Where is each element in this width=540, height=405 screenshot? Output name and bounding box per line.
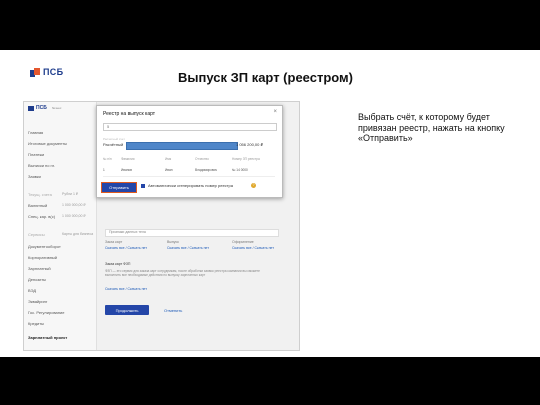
download-link[interactable]: Скачать все / Скачать нет [167, 246, 209, 250]
psb-logo-icon [30, 67, 40, 77]
sidebar-item[interactable]: ВЭД [28, 288, 36, 293]
sidebar-item[interactable]: Главная [28, 130, 43, 135]
app-logo: ПСБ бизнес [28, 105, 61, 111]
sidebar-item[interactable]: Документооборот [28, 244, 61, 249]
cancel-button[interactable]: Отменить [164, 308, 182, 313]
sidebar-item[interactable]: Гос. Регулирование [28, 310, 64, 315]
slide-title: Выпуск ЗП карт (реестром) [178, 70, 353, 85]
instruction-text: Выбрать счёт, к которому будет привязан … [358, 112, 505, 143]
app-screenshot: ПСБ бизнес Главная Итоговые документы Пл… [23, 101, 300, 351]
table-header: Фамилия [121, 157, 135, 161]
sidebar-item[interactable]: Сервисы [28, 232, 45, 237]
filter-select[interactable]: Признаки данных тела [105, 229, 279, 237]
continue-button[interactable]: Продолжить [105, 305, 149, 315]
section-label: Заказ карт ФЗП [105, 262, 131, 266]
sidebar-value: 1 000 000,00 ₽ [62, 214, 86, 218]
auto-number-label: Автоматически сгенерировать номер реестр… [148, 183, 233, 188]
sidebar-item[interactable]: Зарплатный [28, 266, 51, 271]
close-icon[interactable]: × [273, 109, 277, 115]
registry-number-input[interactable]: 5 [103, 123, 277, 131]
send-button[interactable]: Отправить [101, 182, 137, 193]
brand-logo: ПСБ [30, 67, 63, 77]
table-header: Имя [165, 157, 172, 161]
table-cell: 1 [103, 168, 105, 172]
psb-logo-icon [28, 105, 34, 111]
sidebar-item[interactable]: Спец. кар. в(с) [28, 214, 55, 219]
col-label: Заказ карт [105, 240, 123, 244]
table-header: № п/п [103, 157, 112, 161]
top-letterbox [0, 0, 540, 50]
account-label: Расчетный счет [103, 137, 125, 141]
account-select[interactable] [126, 142, 238, 150]
dialog-title: Реестр на выпуск карт [103, 111, 156, 117]
sidebar-item[interactable]: Текущ. счета [28, 192, 52, 197]
app-logo-text: ПСБ [36, 105, 47, 111]
sidebar-item[interactable]: Корпоративный [28, 255, 57, 260]
sidebar-item[interactable]: Выписки по гл. [28, 163, 55, 168]
app-logo-sub: бизнес [51, 106, 62, 110]
filter-select-value: Признаки данных тела [109, 230, 146, 234]
sidebar-item[interactable]: Заявки [28, 174, 41, 179]
account-value: Расчётный [103, 142, 124, 147]
sidebar-item[interactable]: Кредиты [28, 321, 44, 326]
table-cell: Иванов [121, 168, 132, 172]
table-header: Отчество [195, 157, 209, 161]
registry-number-value: 5 [107, 124, 110, 129]
table-header: Номер ЗП реестра [232, 157, 260, 161]
registry-dialog: Реестр на выпуск карт × 5 Расчетный счет… [96, 105, 283, 198]
col-label: Оформление [232, 240, 254, 244]
account-amount: 1 056 200,00 ₽ [236, 142, 264, 147]
logo-text: ПСБ [43, 67, 64, 77]
table-cell: № 14 0000 [232, 168, 248, 172]
sidebar: ПСБ бизнес Главная Итоговые документы Пл… [24, 102, 97, 350]
download-link[interactable]: Скачать все / Скачать нет [232, 246, 274, 250]
sidebar-item[interactable]: Валютный [28, 203, 47, 208]
bottom-letterbox [0, 357, 540, 405]
help-icon[interactable]: ? [251, 183, 256, 188]
sidebar-value: 1 000 000,00 ₽ [62, 203, 86, 207]
divider [103, 176, 275, 177]
download-link[interactable]: Скачать все / Скачать нет [105, 287, 147, 291]
section-text: ФЗП — это сервис для заказа карт сотрудн… [105, 269, 260, 277]
slide: ПСБ Выпуск ЗП карт (реестром) Выбрать сч… [0, 50, 540, 357]
table-cell: Иван [165, 168, 173, 172]
sidebar-item[interactable]: Итоговые документы [28, 141, 67, 146]
sidebar-item[interactable]: Депозиты [28, 277, 46, 282]
sidebar-item-active[interactable]: Зарплатный проект [28, 335, 67, 340]
sidebar-value: Карты для бизнеса [62, 232, 94, 236]
sidebar-value: Рубли 1 ₽ [62, 192, 79, 196]
table-cell: Владимирович [195, 168, 218, 172]
col-label: Выпуск [167, 240, 179, 244]
sidebar-item[interactable]: Эквайринг [28, 299, 47, 304]
sidebar-item[interactable]: Платежи [28, 152, 44, 157]
download-link[interactable]: Скачать все / Скачать нет [105, 246, 147, 250]
auto-number-checkbox[interactable] [141, 184, 145, 188]
